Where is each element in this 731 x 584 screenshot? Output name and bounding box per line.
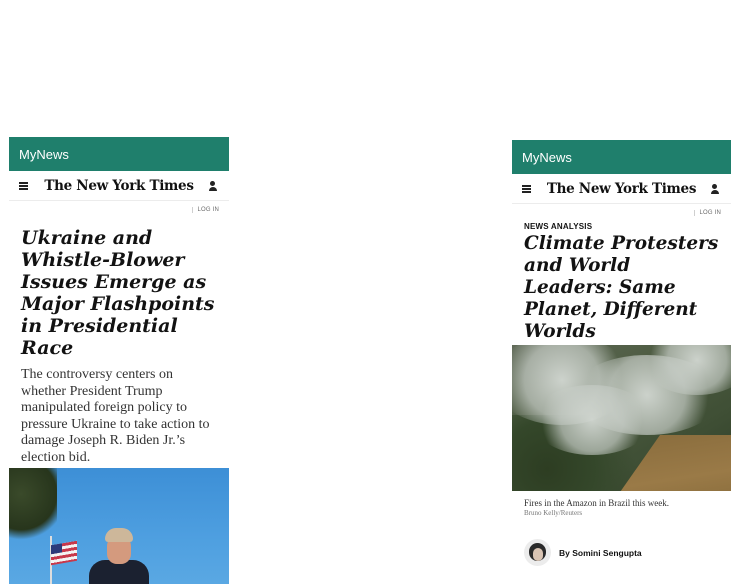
hamburger-menu-icon[interactable] (19, 181, 31, 190)
article-photo (512, 345, 731, 491)
article-kicker: NEWS ANALYSIS (524, 222, 593, 231)
flag-shape (51, 540, 77, 566)
article-photo (9, 468, 229, 584)
article-summary: The controversy centers on whether Presi… (21, 367, 210, 465)
caption-text: Fires in the Amazon in Brazil this week. (524, 498, 669, 508)
article-headline: Climate Protesters and World Leaders: Sa… (524, 233, 719, 342)
article-headline: Ukraine and Whistle-Blower Issues Emerge… (21, 227, 215, 359)
app-title: MyNews (522, 149, 572, 165)
photo-credit: Bruno Kelly/Reuters (524, 509, 583, 517)
smoke-shape (532, 385, 652, 455)
person-shape (87, 528, 151, 584)
app-bar: MyNews (9, 137, 229, 171)
nyt-nav-bar: The New York Times (512, 174, 731, 204)
login-link[interactable]: LOG IN (192, 207, 219, 213)
login-row: LOG IN (512, 204, 731, 216)
login-link[interactable]: LOG IN (694, 210, 721, 216)
nyt-nav-bar: The New York Times (9, 171, 229, 201)
author-byline[interactable]: By Somini Sengupta (559, 548, 642, 558)
article-header: Ukraine and Whistle-Blower Issues Emerge… (9, 227, 229, 466)
account-icon[interactable] (207, 180, 219, 192)
account-icon[interactable] (709, 183, 721, 195)
nyt-logo[interactable]: The New York Times (44, 178, 194, 194)
author-avatar (524, 539, 551, 566)
nyt-logo[interactable]: The New York Times (547, 181, 697, 197)
app-title: MyNews (19, 146, 69, 162)
app-bar: MyNews (512, 140, 731, 174)
photo-caption: Fires in the Amazon in Brazil this week.… (524, 498, 724, 517)
byline-row: By Somini Sengupta (524, 539, 642, 566)
phone-screen-left: MyNews The New York Times LOG IN Ukraine… (9, 137, 229, 584)
phone-screen-right: MyNews The New York Times LOG IN NEWS AN… (512, 140, 731, 584)
article-header: NEWS ANALYSIS Climate Protesters and Wor… (512, 222, 731, 343)
login-row: LOG IN (9, 201, 229, 213)
hamburger-menu-icon[interactable] (522, 184, 534, 193)
